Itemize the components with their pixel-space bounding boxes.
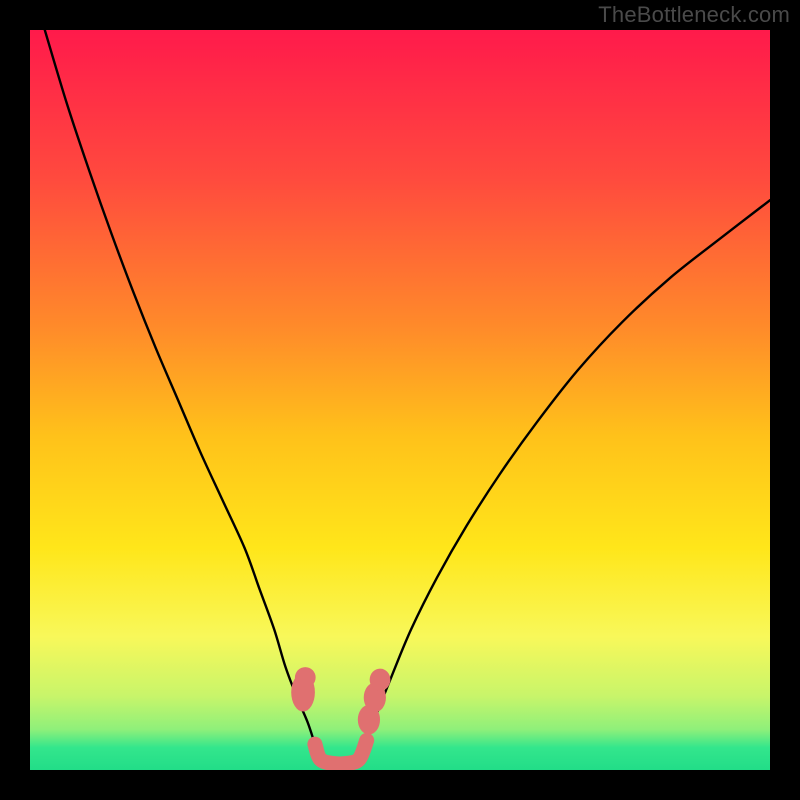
bottleneck-chart <box>30 30 770 770</box>
blob-spot <box>370 669 391 691</box>
chart-frame: TheBottleneck.com <box>0 0 800 800</box>
watermark-text: TheBottleneck.com <box>598 2 790 28</box>
blob-spot <box>295 667 316 688</box>
gradient-background <box>30 30 770 770</box>
